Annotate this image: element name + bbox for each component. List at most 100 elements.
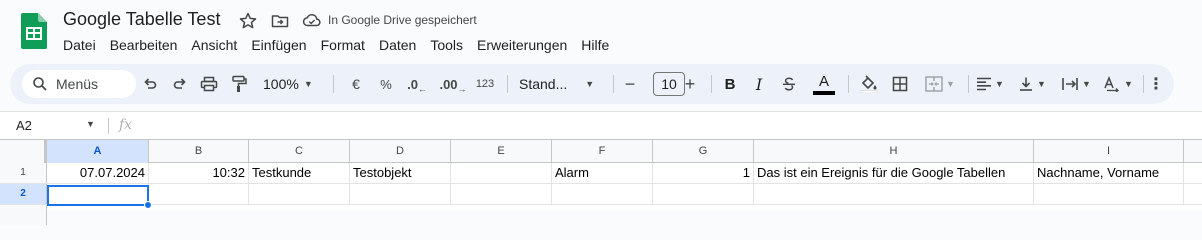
menu-format[interactable]: Format [314,36,372,54]
row-header-3[interactable] [0,205,47,225]
table-row [0,205,1202,226]
italic-button[interactable]: I [746,64,772,104]
menu-daten[interactable]: Daten [372,36,423,54]
toolbar: Menüs 100% ▼ € % .0 ← .00 → 123 Stand...… [10,64,1174,104]
borders-icon[interactable] [886,64,914,104]
undo-icon[interactable] [136,64,164,104]
spreadsheet-grid: A B C D E F G H I 1 07.07.2024 10:32 Tes… [0,139,1202,225]
merge-cells-icon [925,76,943,92]
table-row: 1 07.07.2024 10:32 Testkunde Testobjekt … [0,163,1202,184]
cell-i1[interactable]: Nachname, Vorname [1034,163,1184,183]
chevron-down-icon: ▼ [995,79,1004,89]
text-wrapping-button[interactable]: ▼ [1057,64,1095,104]
chevron-down-icon: ▼ [585,79,595,89]
save-status: In Google Drive gespeichert [302,12,477,28]
cell-c1[interactable]: Testkunde [249,163,350,183]
search-menus-button[interactable]: Menüs [22,70,136,98]
column-header-b[interactable]: B [149,140,249,163]
select-all-corner[interactable] [0,140,47,163]
cell-c2[interactable] [249,184,350,204]
star-icon[interactable] [238,11,258,31]
font-size-decrease-button[interactable]: − [618,64,642,104]
merge-cells-button[interactable]: ▼ [919,64,961,104]
align-bottom-icon [1018,76,1034,92]
text-color-button[interactable]: A [810,64,838,104]
cell-h1[interactable]: Das ist ein Ereignis für die Google Tabe… [754,163,1034,183]
menu-datei[interactable]: Datei [56,36,103,54]
print-icon[interactable] [195,64,223,104]
spreadsheet-app: Google Tabelle Test In Google Drive gesp… [0,0,1202,225]
more-formats-label: 123 [475,78,495,90]
text-color-bar [813,90,835,95]
cell-d1[interactable]: Testobjekt [350,163,451,183]
align-left-icon [976,77,992,91]
cell-h2[interactable] [754,184,1034,204]
column-header-h[interactable]: H [754,140,1034,163]
column-header-a[interactable]: A [47,140,149,163]
cell-b2[interactable] [149,184,249,204]
strikethrough-icon[interactable] [776,64,802,104]
arrow-right-icon: → [457,84,467,94]
redo-icon[interactable] [166,64,194,104]
formula-bar-divider [108,118,109,134]
cell-b1[interactable]: 10:32 [149,163,249,183]
currency-format-button[interactable]: € [344,64,368,104]
cell-i2[interactable] [1034,184,1184,204]
cell-e2[interactable] [451,184,552,204]
menu-tools[interactable]: Tools [423,36,470,54]
menu-einfuegen[interactable]: Einfügen [244,36,313,54]
column-header-i[interactable]: I [1034,140,1184,163]
column-header-e[interactable]: E [451,140,552,163]
fill-color-icon[interactable] [855,64,883,104]
cell-e1[interactable] [451,163,552,183]
row-header-1[interactable]: 1 [0,163,47,183]
menu-ansicht[interactable]: Ansicht [184,36,244,54]
search-icon [32,76,48,92]
percent-format-button[interactable]: % [374,64,398,104]
decrease-decimals-button[interactable]: .0 ← [404,64,430,104]
toolbar-divider [848,75,849,93]
increase-decimals-label: .00 [439,76,458,92]
increase-decimals-button[interactable]: .00 → [438,64,468,104]
arrow-left-icon: ← [417,84,427,94]
decrease-decimals-label: .0 [407,76,418,92]
vertical-align-button[interactable]: ▼ [1015,64,1049,104]
paint-format-icon[interactable] [225,64,253,104]
text-rotation-button[interactable]: ▼ [1100,64,1136,104]
name-box[interactable]: A2 [16,118,32,133]
selected-cell-outline [47,185,149,206]
zoom-select[interactable]: 100% ▼ [257,64,321,104]
table-row: 2 [0,184,1202,205]
cell-a1[interactable]: 07.07.2024 [47,163,149,183]
font-size-increase-button[interactable]: + [678,64,702,104]
document-title[interactable]: Google Tabelle Test [63,9,220,30]
bold-button[interactable]: B [717,64,743,104]
move-to-folder-icon[interactable] [270,11,290,31]
cell-f1[interactable]: Alarm [552,163,653,183]
more-formats-button[interactable]: 123 [472,64,498,104]
menu-erweiterungen[interactable]: Erweiterungen [470,36,574,54]
toolbar-divider [613,75,614,93]
menu-bearbeiten[interactable]: Bearbeiten [103,36,185,54]
chevron-down-icon[interactable]: ▼ [86,119,95,129]
more-options-button[interactable]: ⋮ [1146,64,1166,104]
text-wrap-icon [1061,76,1079,92]
menu-hilfe[interactable]: Hilfe [574,36,616,54]
plus-icon: + [684,73,696,94]
column-header-g[interactable]: G [653,140,754,163]
cell-d2[interactable] [350,184,451,204]
cell-f2[interactable] [552,184,653,204]
horizontal-align-button[interactable]: ▼ [973,64,1007,104]
column-header-f[interactable]: F [552,140,653,163]
cell-g2[interactable] [653,184,754,204]
column-header-d[interactable]: D [350,140,451,163]
font-family-select[interactable]: Stand... ▼ [515,64,605,104]
chevron-down-icon: ▼ [1124,79,1133,89]
sheets-logo-icon[interactable] [21,13,47,49]
percent-label: % [380,76,392,92]
cell-g1[interactable]: 1 [653,163,754,183]
chevron-down-icon: ▼ [946,79,955,89]
column-header-c[interactable]: C [249,140,350,163]
row-header-2[interactable]: 2 [0,184,47,204]
fill-handle[interactable] [144,201,152,209]
